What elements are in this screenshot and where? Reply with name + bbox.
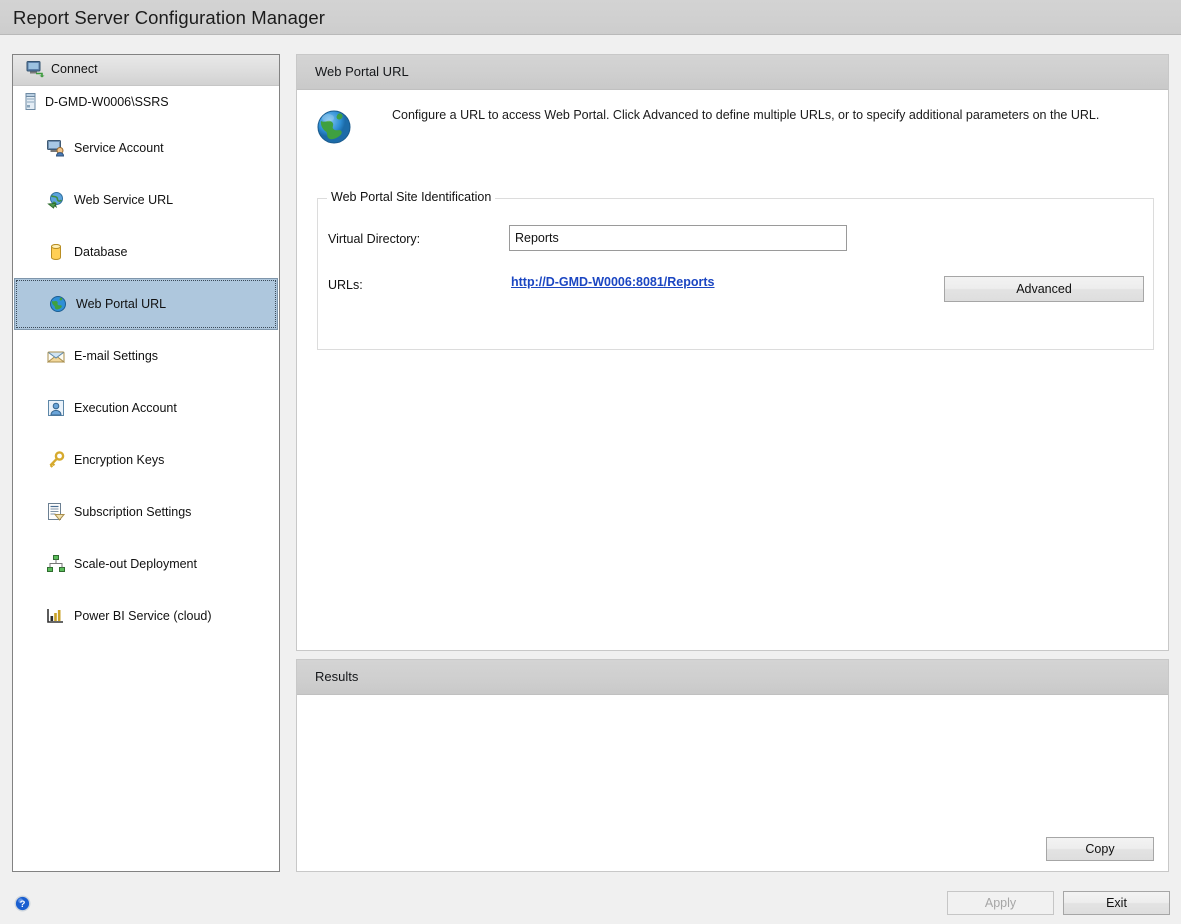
subscription-icon [47, 503, 66, 521]
globe-icon [49, 295, 67, 313]
exit-button[interactable]: Exit [1063, 891, 1170, 915]
sidebar-item-subscription-settings[interactable]: Subscription Settings [13, 486, 279, 538]
web-portal-url-link[interactable]: http://D-GMD-W0006:8081/Reports [511, 275, 715, 289]
scale-out-icon [47, 555, 65, 573]
virtual-directory-input[interactable] [509, 225, 847, 251]
sidebar-item-label: Web Portal URL [76, 297, 167, 311]
advanced-button[interactable]: Advanced [944, 276, 1144, 302]
page-title: Web Portal URL [315, 64, 409, 79]
execution-account-icon [47, 399, 65, 417]
results-title: Results [315, 669, 359, 684]
sidebar-item-web-portal-url[interactable]: Web Portal URL [14, 278, 278, 330]
sidebar-item-email-settings[interactable]: E-mail Settings [13, 330, 279, 382]
globe-icon [315, 108, 353, 149]
sidebar-item-database[interactable]: Database [13, 226, 279, 278]
web-portal-site-identification-group: Web Portal Site Identification Virtual D… [317, 190, 1154, 350]
service-account-icon [47, 139, 65, 157]
database-icon [47, 243, 65, 261]
sidebar-item-label: Subscription Settings [74, 505, 192, 519]
sidebar-item-scale-out-deployment[interactable]: Scale-out Deployment [13, 538, 279, 590]
sidebar-item-encryption-keys[interactable]: Encryption Keys [13, 434, 279, 486]
connect-header[interactable]: Connect [13, 55, 279, 86]
server-icon [25, 93, 36, 114]
server-node-label: D-GMD-W0006\SSRS [45, 95, 169, 109]
description-text: Configure a URL to access Web Portal. Cl… [392, 108, 1100, 122]
apply-button[interactable]: Apply [947, 891, 1054, 915]
results-panel: Results Copy [296, 659, 1169, 872]
svg-text:?: ? [20, 899, 26, 910]
power-bi-icon [47, 607, 65, 625]
sidebar-item-execution-account[interactable]: Execution Account [13, 382, 279, 434]
sidebar-item-label: Service Account [74, 141, 164, 155]
email-icon [46, 347, 66, 365]
group-legend: Web Portal Site Identification [327, 190, 496, 204]
main-panel-header: Web Portal URL [297, 55, 1168, 90]
sidebar-item-power-bi-service[interactable]: Power BI Service (cloud) [13, 590, 279, 642]
connect-label: Connect [51, 62, 98, 76]
sidebar-item-list: Service Account Web Service URL Database… [13, 122, 279, 642]
help-icon[interactable]: ? [14, 895, 31, 912]
sidebar-item-label: Power BI Service (cloud) [74, 609, 212, 623]
sidebar-item-label: Execution Account [74, 401, 177, 415]
urls-label: URLs: [328, 278, 363, 292]
sidebar-item-label: Web Service URL [74, 193, 174, 207]
window-title-bar: Report Server Configuration Manager [0, 0, 1181, 35]
main-content-panel: Web Portal URL Configure a URL to access… [296, 54, 1169, 651]
sidebar-item-label: Scale-out Deployment [74, 557, 197, 571]
results-output [297, 696, 1168, 834]
sidebar-item-label: E-mail Settings [74, 349, 159, 363]
window-title: Report Server Configuration Manager [13, 7, 325, 28]
navigation-panel: Connect D-GMD-W0006\SSRS Service Account… [12, 54, 280, 872]
description-area: Configure a URL to access Web Portal. Cl… [297, 91, 1168, 165]
sidebar-item-web-service-url[interactable]: Web Service URL [13, 174, 279, 226]
connect-server-icon [26, 61, 45, 81]
virtual-directory-label: Virtual Directory: [328, 232, 421, 246]
sidebar-item-service-account[interactable]: Service Account [13, 122, 279, 174]
web-service-url-icon [47, 191, 65, 209]
copy-button[interactable]: Copy [1046, 837, 1154, 861]
results-panel-header: Results [297, 660, 1168, 695]
sidebar-item-label: Encryption Keys [74, 453, 165, 467]
key-icon [47, 451, 65, 469]
sidebar-item-label: Database [74, 245, 128, 259]
sidebar-server-node[interactable]: D-GMD-W0006\SSRS [13, 86, 279, 122]
